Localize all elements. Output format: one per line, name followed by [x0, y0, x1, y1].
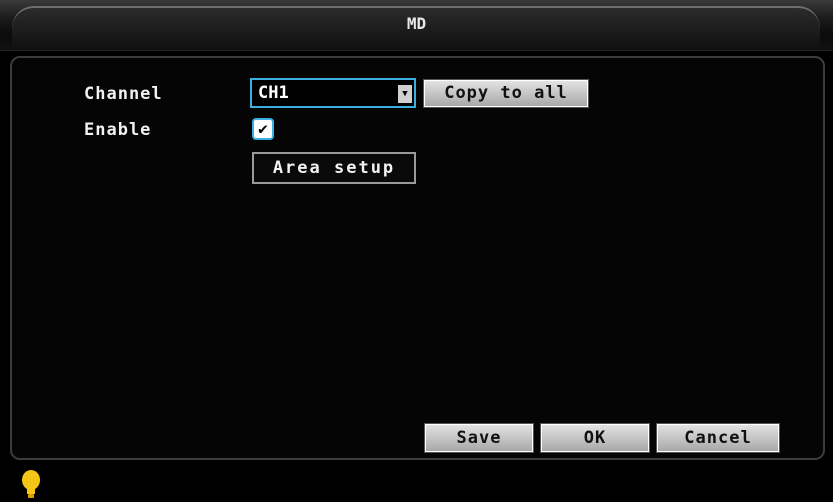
chevron-down-icon[interactable]: ▼: [398, 85, 412, 103]
ok-button[interactable]: OK: [540, 423, 650, 453]
status-bar: [0, 462, 833, 502]
cancel-button[interactable]: Cancel: [656, 423, 780, 453]
md-screen: MD Channel CH1 ▼ Copy to all Enable ✔ Ar…: [0, 0, 833, 502]
title-bar: MD: [0, 0, 833, 51]
page-title: MD: [406, 14, 427, 33]
enable-label: Enable: [84, 120, 152, 140]
save-button[interactable]: Save: [424, 423, 534, 453]
check-icon: ✔: [258, 119, 268, 138]
enable-checkbox[interactable]: ✔: [252, 118, 274, 140]
channel-value: CH1: [258, 83, 289, 103]
lightbulb-icon: [22, 470, 40, 498]
area-setup-button[interactable]: Area setup: [252, 152, 416, 184]
channel-label: Channel: [84, 84, 163, 104]
copy-to-all-button[interactable]: Copy to all: [423, 79, 589, 108]
main-panel: [10, 56, 825, 460]
channel-select[interactable]: CH1 ▼: [250, 78, 416, 108]
